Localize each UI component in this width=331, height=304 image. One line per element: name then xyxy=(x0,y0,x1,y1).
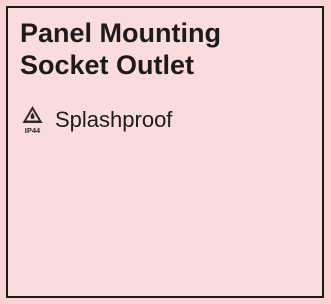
ip44-label: IP44 xyxy=(25,126,41,135)
product-title-line-2: Socket Outlet xyxy=(20,50,195,80)
feature-label: Splashproof xyxy=(55,107,173,132)
product-title: Panel Mounting Socket Outlet xyxy=(20,17,310,81)
splashproof-ip44-icon: IP44 xyxy=(21,105,44,135)
page: Panel Mounting Socket Outlet IP44 Splash… xyxy=(0,0,331,304)
feature-splashproof: IP44 Splashproof xyxy=(21,105,172,135)
product-card: Panel Mounting Socket Outlet IP44 Splash… xyxy=(6,6,324,298)
product-title-line-1: Panel Mounting xyxy=(20,18,221,48)
